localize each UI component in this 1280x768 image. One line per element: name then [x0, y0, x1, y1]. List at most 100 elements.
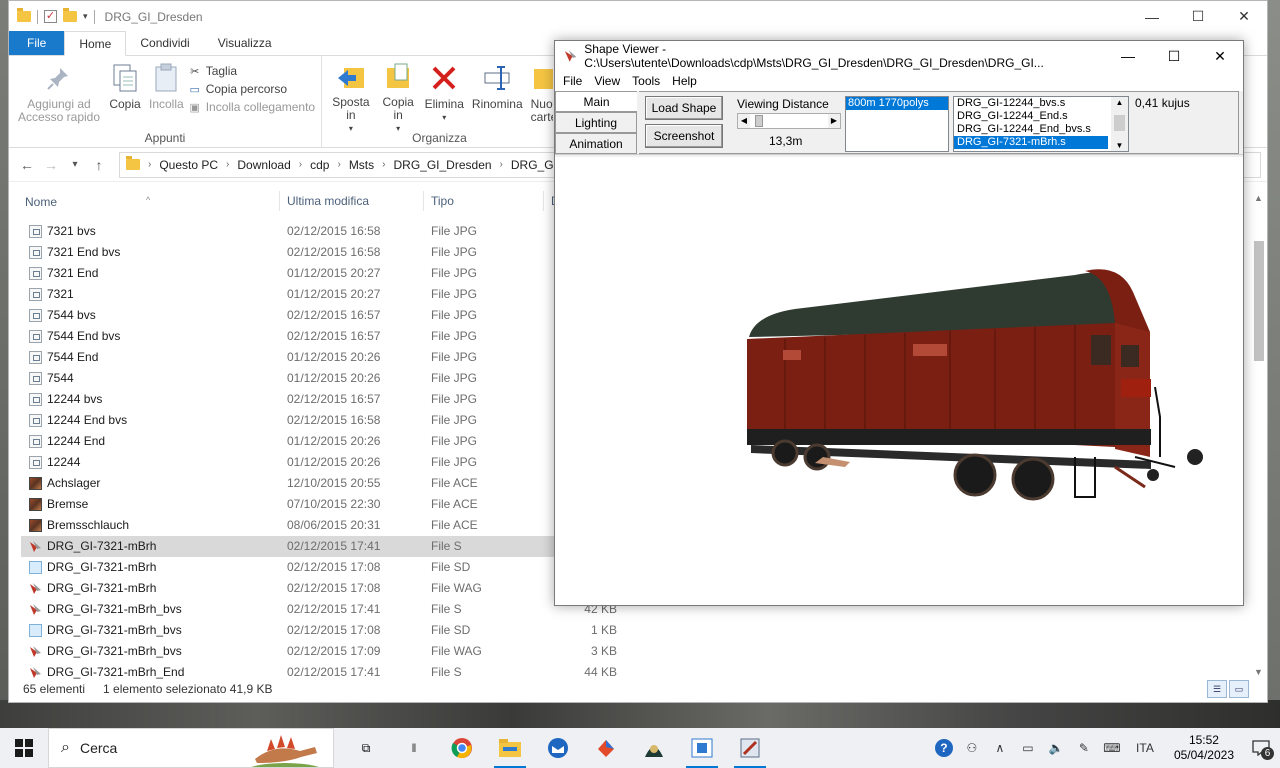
recent-chevron-icon[interactable]: ▾: [63, 159, 87, 170]
scrollbar-thumb[interactable]: [1114, 115, 1125, 131]
copy-button[interactable]: Copia: [105, 60, 145, 129]
file-row-selected[interactable]: DRG_GI-7321-mBrh 02/12/2015 17:41 File S: [21, 536, 621, 557]
tab-main[interactable]: Main: [555, 91, 637, 112]
column-header-type[interactable]: Tipo: [423, 191, 454, 211]
rename-button[interactable]: Rinomina: [468, 60, 527, 129]
screenshot-button[interactable]: Screenshot: [645, 124, 723, 148]
paste-shortcut-button[interactable]: ▣ Incolla collegamento: [188, 100, 315, 114]
thunderbird-icon[interactable]: [534, 728, 582, 768]
load-shape-button[interactable]: Load Shape: [645, 96, 723, 120]
menu-tools[interactable]: Tools: [628, 74, 668, 88]
copy-to-button[interactable]: Copia in ▾: [376, 60, 421, 133]
file-row[interactable]: DRG_GI-7321-mBrh_bvs 02/12/2015 17:41 File…: [21, 599, 621, 620]
file-row[interactable]: 7544 End bvs 02/12/2015 16:57 File JPG: [21, 326, 621, 347]
viewing-distance-slider[interactable]: ◀ ▶: [737, 113, 841, 129]
shape-listbox[interactable]: DRG_GI-12244_bvs.s DRG_GI-12244_End.s DR…: [953, 96, 1129, 152]
file-row[interactable]: 12244 End bvs 02/12/2015 16:58 File JPG: [21, 410, 621, 431]
tab-file[interactable]: File: [9, 31, 65, 55]
shape-viewer-taskbar-icon[interactable]: [678, 728, 726, 768]
tab-share[interactable]: Condividi: [126, 31, 203, 55]
menu-view[interactable]: View: [590, 74, 628, 88]
show-hidden-icons-chevron-icon[interactable]: ∧: [988, 728, 1012, 768]
chrome-icon[interactable]: [438, 728, 486, 768]
slider-right-arrow-icon[interactable]: ▶: [828, 114, 840, 128]
breadcrumb-this-pc[interactable]: Questo PC: [159, 158, 218, 172]
paste-button[interactable]: Incolla: [145, 60, 188, 129]
delete-button[interactable]: Elimina ▾: [421, 60, 468, 129]
lod-listbox[interactable]: 800m 1770polys: [845, 96, 949, 152]
file-row[interactable]: 7544 01/12/2015 20:26 File JPG: [21, 368, 621, 389]
file-row[interactable]: DRG_GI-7321-mBrh_bvs 02/12/2015 17:08 File…: [21, 620, 621, 641]
breadcrumb-msts[interactable]: Msts: [349, 158, 374, 172]
shape-item[interactable]: DRG_GI-12244_End_bvs.s: [954, 123, 1128, 136]
file-row[interactable]: Bremsschlauch 08/06/2015 20:31 File ACE: [21, 515, 621, 536]
taskbar-search-box[interactable]: ⌕ Cerca: [48, 728, 334, 768]
menu-file[interactable]: File: [559, 74, 590, 88]
viewer-minimize-button[interactable]: —: [1105, 41, 1151, 71]
forward-arrow-icon[interactable]: →: [39, 157, 63, 173]
file-row[interactable]: 12244 End 01/12/2015 20:26 File JPG: [21, 431, 621, 452]
shape-render-canvas[interactable]: [555, 157, 1243, 605]
explorer-titlebar[interactable]: ✓ ▾ DRG_GI_Dresden — ☐ ✕: [9, 1, 1267, 32]
file-row[interactable]: 7321 End bvs 02/12/2015 16:58 File JPG: [21, 242, 621, 263]
file-list-scrollbar[interactable]: ▲ ▼: [1250, 191, 1267, 679]
up-arrow-icon[interactable]: ↑: [87, 157, 111, 173]
tab-home[interactable]: Home: [64, 31, 127, 56]
file-row[interactable]: 12244 bvs 02/12/2015 16:57 File JPG: [21, 389, 621, 410]
tab-animation[interactable]: Animation: [555, 133, 637, 154]
viewer-titlebar[interactable]: Shape Viewer - C:\Users\utente\Downloads…: [555, 41, 1243, 71]
details-view-icon[interactable]: ☰: [1207, 680, 1227, 698]
people-icon[interactable]: ⚇: [960, 728, 984, 768]
new-folder-icon[interactable]: [63, 8, 77, 22]
file-row[interactable]: 7321 End 01/12/2015 20:27 File JPG: [21, 263, 621, 284]
language-indicator[interactable]: ITA: [1128, 728, 1162, 768]
file-row[interactable]: DRG_GI-7321-mBrh 02/12/2015 17:08 File SD: [21, 557, 621, 578]
clock[interactable]: 15:52 05/04/2023: [1166, 733, 1242, 763]
close-button[interactable]: ✕: [1221, 1, 1267, 32]
new-folder-button[interactable]: Nuov cartel: [527, 60, 553, 129]
help-icon[interactable]: ?: [932, 728, 956, 768]
shape-item-selected[interactable]: DRG_GI-7321-mBrh.s: [954, 136, 1108, 149]
menu-help[interactable]: Help: [668, 74, 705, 88]
pen-icon[interactable]: ✎: [1072, 728, 1096, 768]
minimize-button[interactable]: —: [1129, 1, 1175, 32]
file-row[interactable]: 7544 bvs 02/12/2015 16:57 File JPG: [21, 305, 621, 326]
pin-quick-access-button[interactable]: Aggiungi ad Accesso rapido: [13, 60, 105, 129]
slider-thumb[interactable]: [754, 115, 763, 127]
tab-view[interactable]: Visualizza: [204, 31, 286, 55]
windows-start-icon[interactable]: [0, 728, 48, 768]
file-row[interactable]: Achslager 12/10/2015 20:55 File ACE: [21, 473, 621, 494]
file-row[interactable]: 7321 01/12/2015 20:27 File JPG: [21, 284, 621, 305]
shape-item[interactable]: DRG_GI-12244_bvs.s: [954, 97, 1128, 110]
breadcrumb-download[interactable]: Download: [237, 158, 290, 172]
shape-list-scrollbar[interactable]: ▲ ▼: [1111, 97, 1128, 151]
breadcrumb-drg-gi-dresden[interactable]: DRG_GI_Dresden: [394, 158, 492, 172]
file-row[interactable]: 7321 bvs 02/12/2015 16:58 File JPG: [21, 221, 621, 242]
cut-button[interactable]: ✂ Taglia: [188, 64, 315, 78]
customize-chevron-icon[interactable]: ▾: [83, 11, 88, 22]
file-explorer-icon[interactable]: [486, 728, 534, 768]
file-row[interactable]: 7544 End 01/12/2015 20:26 File JPG: [21, 347, 621, 368]
copy-path-button[interactable]: ▭ Copia percorso: [188, 82, 315, 96]
scroll-up-icon[interactable]: ▲: [1111, 98, 1128, 107]
scroll-up-icon[interactable]: ▲: [1250, 193, 1267, 203]
move-to-button[interactable]: Sposta in ▾: [326, 60, 376, 133]
volume-icon[interactable]: 🔈: [1044, 728, 1068, 768]
keyboard-icon[interactable]: ⌨: [1100, 728, 1124, 768]
viewer-maximize-button[interactable]: ☐: [1151, 41, 1197, 71]
column-header-modified[interactable]: Ultima modifica: [279, 191, 369, 211]
file-row[interactable]: 12244 01/12/2015 20:26 File JPG: [21, 452, 621, 473]
column-header-name[interactable]: Nome: [25, 195, 57, 209]
scroll-down-icon[interactable]: ▼: [1111, 141, 1128, 150]
viewer-close-button[interactable]: ✕: [1197, 41, 1243, 71]
lod-item[interactable]: 800m 1770polys: [846, 97, 948, 110]
task-view-icon[interactable]: ⧉: [342, 728, 390, 768]
file-row[interactable]: DRG_GI-7321-mBrh 02/12/2015 17:08 File WAG: [21, 578, 621, 599]
file-row[interactable]: Bremse 07/10/2015 22:30 File ACE: [21, 494, 621, 515]
shape-item[interactable]: DRG_GI-12244_End.s: [954, 110, 1128, 123]
app-icon-red[interactable]: [582, 728, 630, 768]
properties-icon[interactable]: ✓: [44, 10, 57, 23]
scrollbar-thumb[interactable]: [1254, 241, 1264, 361]
slider-left-arrow-icon[interactable]: ◀: [738, 114, 750, 128]
file-row[interactable]: DRG_GI-7321-mBrh_bvs 02/12/2015 17:09 File…: [21, 641, 621, 662]
